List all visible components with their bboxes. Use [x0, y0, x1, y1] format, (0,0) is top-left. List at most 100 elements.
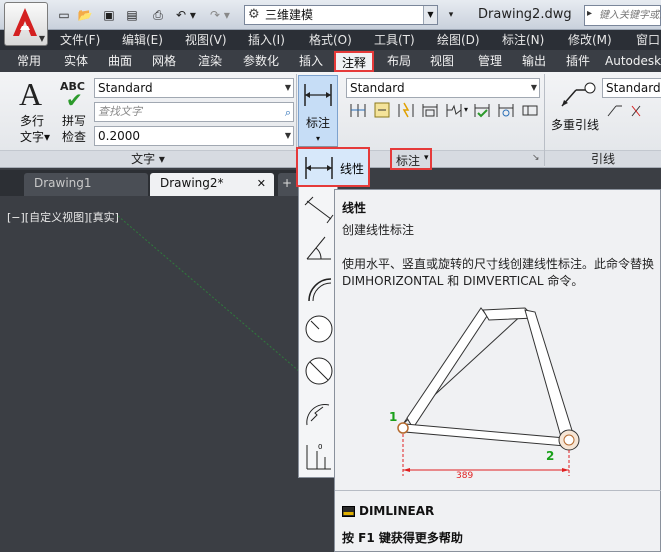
arc-length-icon[interactable]: [303, 273, 335, 305]
add-leader-icon[interactable]: [604, 100, 624, 120]
print-icon[interactable]: ⎙: [150, 7, 166, 23]
menu-file[interactable]: 文件(F): [60, 30, 100, 50]
tab-manage[interactable]: 管理: [472, 51, 508, 72]
dimension-button[interactable]: 标注 ▾: [298, 75, 338, 147]
tab-annotate[interactable]: 注释: [334, 51, 374, 72]
tab-mesh[interactable]: 网格: [146, 51, 182, 72]
panel-dialog-launcher-icon[interactable]: ↘: [532, 153, 540, 163]
tab-output[interactable]: 输出: [516, 51, 552, 72]
dim-inspect-icon[interactable]: [420, 100, 440, 120]
binoculars-icon[interactable]: ⌕: [285, 104, 291, 122]
dim-jog-icon[interactable]: [444, 100, 464, 120]
file-tab-label: Drawing1: [34, 176, 92, 190]
tab-solid[interactable]: 实体: [58, 51, 94, 72]
dim-break-icon[interactable]: [396, 100, 416, 120]
menu-modify[interactable]: 修改(M): [568, 30, 612, 50]
save-as-icon[interactable]: ▤: [124, 7, 140, 23]
angular-dimension-icon[interactable]: [303, 231, 335, 263]
multiline-text-icon: A: [19, 76, 43, 112]
search-input[interactable]: [599, 7, 661, 24]
tab-parametric[interactable]: 参数化: [238, 51, 284, 72]
dim-tolerance-icon[interactable]: [520, 100, 540, 120]
tab-plugins[interactable]: 插件: [560, 51, 596, 72]
spell-check-button[interactable]: ABC ✔ 拼写 检查: [56, 78, 92, 148]
tooltip-command: DIMLINEAR: [359, 504, 435, 518]
tab-render[interactable]: 渲染: [192, 51, 228, 72]
search-box[interactable]: ▸: [584, 5, 661, 26]
tooltip-description: 使用水平、竖直或旋转的尺寸线创建线性标注。此命令替换 DIMHORIZONTAL…: [342, 257, 655, 288]
chevron-down-icon: ▼: [38, 34, 45, 43]
tab-view[interactable]: 视图: [424, 51, 460, 72]
save-icon[interactable]: ▣: [101, 7, 117, 23]
leader-panel-title[interactable]: 引线: [545, 150, 661, 167]
chevron-down-icon: ▼: [284, 83, 291, 92]
command-tooltip: 线性 创建线性标注 使用水平、竖直或旋转的尺寸线创建线性标注。此命令替换 DIM…: [334, 189, 661, 552]
menu-edit[interactable]: 编辑(E): [122, 30, 163, 50]
menu-window[interactable]: 窗口: [636, 30, 660, 50]
text-style-select[interactable]: Standard ▼: [94, 78, 294, 98]
text-height-select[interactable]: 0.2000 ▼: [94, 126, 294, 146]
autocad-logo-icon: [13, 8, 37, 36]
open-file-icon[interactable]: 📂: [77, 7, 93, 23]
tab-home[interactable]: 常用: [10, 51, 48, 72]
menu-view[interactable]: 视图(V): [185, 30, 227, 50]
dimension-button-label: 标注: [305, 116, 330, 130]
tooltip-divider: [335, 490, 661, 491]
chevron-down-icon: ▾: [424, 153, 429, 163]
menu-tools[interactable]: 工具(T): [374, 30, 415, 50]
multiline-text-label-2: 文字▾: [19, 130, 51, 144]
workspace-select[interactable]: ⚙ 三维建模 ▼: [244, 5, 438, 25]
tab-layout[interactable]: 布局: [381, 51, 417, 72]
file-tab-drawing1[interactable]: Drawing1: [24, 173, 148, 196]
linear-dimension-label: 线性: [340, 162, 365, 176]
text-height-value: 0.2000: [98, 129, 140, 143]
dim-update-icon[interactable]: [472, 100, 492, 120]
find-text-input[interactable]: 查找文字 ⌕: [94, 102, 294, 122]
remove-leader-icon[interactable]: [628, 100, 648, 120]
new-file-icon[interactable]: ▭: [56, 7, 72, 23]
dimension-style-value: Standard: [350, 81, 405, 95]
chevron-down-icon[interactable]: ▼: [423, 6, 437, 24]
dim-space-icon[interactable]: [372, 100, 392, 120]
redo-icon[interactable]: ↷ ▾: [208, 7, 232, 23]
application-menu-button[interactable]: ▼: [4, 2, 48, 46]
dim-reassociate-icon[interactable]: [496, 100, 516, 120]
drawing-canvas[interactable]: [−][自定义视图][真实]: [0, 196, 300, 552]
menu-insert[interactable]: 插入(I): [248, 30, 285, 50]
diameter-dimension-icon[interactable]: [303, 355, 335, 387]
find-text-placeholder: 查找文字: [98, 105, 142, 118]
ordinate-dimension-icon[interactable]: 0: [303, 441, 335, 473]
point-2-label: 2: [546, 449, 555, 463]
dimension-value-label: 389: [456, 471, 474, 481]
undo-icon[interactable]: ↶ ▾: [174, 7, 198, 23]
jogged-dimension-icon[interactable]: [303, 399, 335, 431]
radius-dimension-icon[interactable]: [303, 313, 335, 345]
multiline-text-label: 多行: [19, 114, 44, 128]
file-tab-drawing2[interactable]: Drawing2* ✕: [150, 173, 274, 196]
quick-access-more-icon[interactable]: ▾: [444, 7, 458, 23]
multileader-button[interactable]: 多重引线: [548, 76, 602, 146]
menu-draw[interactable]: 绘图(D): [437, 30, 480, 50]
tab-surface[interactable]: 曲面: [102, 51, 138, 72]
tooltip-help: 按 F1 键获得更多帮助: [342, 531, 463, 545]
chevron-down-icon: ▾: [315, 134, 320, 143]
aligned-dimension-icon[interactable]: [303, 193, 335, 225]
text-panel-title[interactable]: 文字 ▾: [0, 150, 296, 167]
tab-insert[interactable]: 插入: [293, 51, 329, 72]
menu-dimension[interactable]: 标注(N): [502, 30, 544, 50]
dimension-panel-title-highlight[interactable]: 标注 ▾: [390, 148, 432, 170]
multileader-style-select[interactable]: Standard: [602, 78, 661, 98]
chevron-down-icon: ▼: [530, 83, 537, 92]
tab-autodesk[interactable]: Autodesk: [605, 51, 661, 72]
point-1-label: 1: [389, 410, 398, 424]
menu-format[interactable]: 格式(O): [309, 30, 352, 50]
close-icon[interactable]: ✕: [257, 173, 266, 194]
dimension-panel-title-label: 标注: [396, 154, 421, 168]
dim-continue-icon[interactable]: [348, 100, 368, 120]
tooltip-subtitle: 创建线性标注: [342, 223, 415, 237]
svg-text:0: 0: [318, 443, 322, 451]
multiline-text-button[interactable]: A 多行 文字▾: [10, 76, 54, 146]
linear-dimension-option[interactable]: 线性: [296, 147, 370, 187]
dimension-style-select[interactable]: Standard ▼: [346, 78, 540, 98]
chevron-down-icon[interactable]: ▾: [464, 105, 468, 114]
